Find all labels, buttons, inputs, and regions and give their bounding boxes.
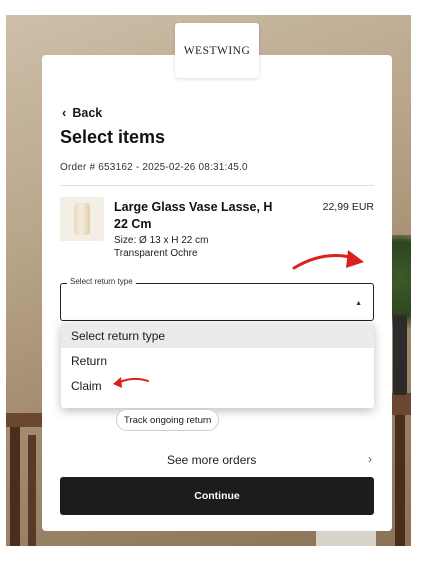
continue-button[interactable]: Continue <box>60 477 374 515</box>
caret-down-icon: ▲ <box>355 300 362 307</box>
chevron-left-icon: ‹ <box>62 105 67 120</box>
option-select-return-type[interactable]: Select return type <box>61 323 374 348</box>
logo-text: WESTWING <box>183 44 251 57</box>
select-items-card: ‹ Back Select items Order # 653162 - 202… <box>42 55 392 531</box>
back-label: Back <box>72 105 103 120</box>
product-size: Size: Ø 13 x H 22 cm <box>114 235 209 246</box>
back-button[interactable]: ‹ Back <box>62 105 102 120</box>
bg-table-leg <box>28 435 36 546</box>
bg-plant-pot <box>393 315 407 395</box>
vase-image <box>74 203 90 235</box>
bg-table-leg <box>10 427 20 546</box>
track-return-button[interactable]: Track ongoing return <box>116 409 220 431</box>
product-name: Large Glass Vase Lasse, H 22 Cm <box>114 200 273 231</box>
return-type-label: Select return type <box>67 277 136 286</box>
bg-table-leg <box>395 415 405 546</box>
bg-table-left <box>6 413 46 427</box>
option-claim[interactable]: Claim <box>61 373 374 398</box>
product-image <box>60 197 104 241</box>
logo[interactable]: WESTWING <box>175 23 259 78</box>
page-title: Select items <box>60 127 166 147</box>
divider <box>60 185 374 186</box>
see-more-orders-link[interactable]: See more orders <box>167 453 256 467</box>
option-return[interactable]: Return <box>61 348 374 373</box>
chevron-right-icon[interactable]: › <box>368 452 372 466</box>
return-type-select[interactable]: Select return type ▲ <box>60 277 374 321</box>
order-number: Order # 653162 - 2025-02-26 08:31:45.0 <box>60 162 248 173</box>
return-type-dropdown: Select return type Return Claim <box>61 323 374 408</box>
product-color: Transparent Ochre <box>114 248 198 259</box>
product-price: 22,99 EUR <box>322 201 374 213</box>
